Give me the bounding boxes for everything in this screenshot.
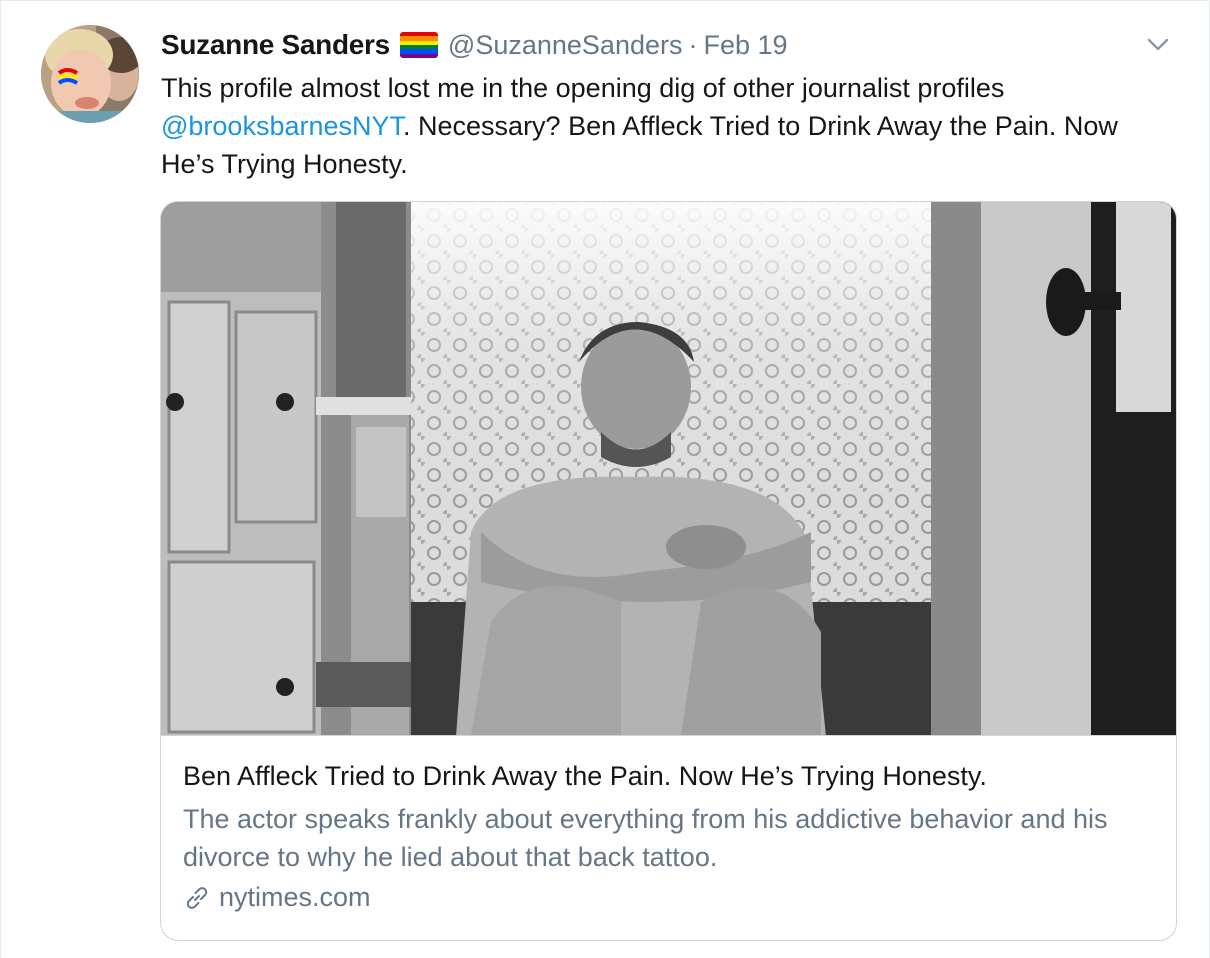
tweet-text: This profile almost lost me in the openi…: [161, 69, 1161, 183]
card-image[interactable]: [161, 202, 1176, 735]
card-domain[interactable]: nytimes.com: [219, 882, 371, 913]
card-title[interactable]: Ben Affleck Tried to Drink Away the Pain…: [183, 758, 1154, 794]
display-name[interactable]: Suzanne Sanders: [161, 29, 390, 61]
avatar[interactable]: [41, 25, 139, 123]
mention-link[interactable]: @brooksbarnesNYT: [161, 111, 403, 141]
user-handle[interactable]: @SuzanneSanders: [448, 30, 683, 61]
separator-dot: ·: [688, 29, 698, 60]
tweet-text-before: This profile almost lost me in the openi…: [161, 73, 1005, 103]
link-preview-card[interactable]: Ben Affleck Tried to Drink Away the Pain…: [160, 201, 1177, 941]
tweet-header: Suzanne Sanders @SuzanneSanders · Feb 19: [161, 27, 788, 63]
tweet-date[interactable]: Feb 19: [703, 30, 787, 61]
link-icon: [186, 886, 208, 909]
tweet[interactable]: Suzanne Sanders @SuzanneSanders · Feb 19…: [0, 0, 1210, 958]
card-body[interactable]: Ben Affleck Tried to Drink Away the Pain…: [161, 735, 1176, 940]
card-description: The actor speaks frankly about everythin…: [183, 804, 1108, 872]
card-domain-row: nytimes.com: [183, 882, 1154, 913]
chevron-down-icon[interactable]: [1143, 29, 1173, 59]
flag-stripe: [399, 53, 438, 58]
rainbow-flag-icon: [399, 32, 438, 58]
